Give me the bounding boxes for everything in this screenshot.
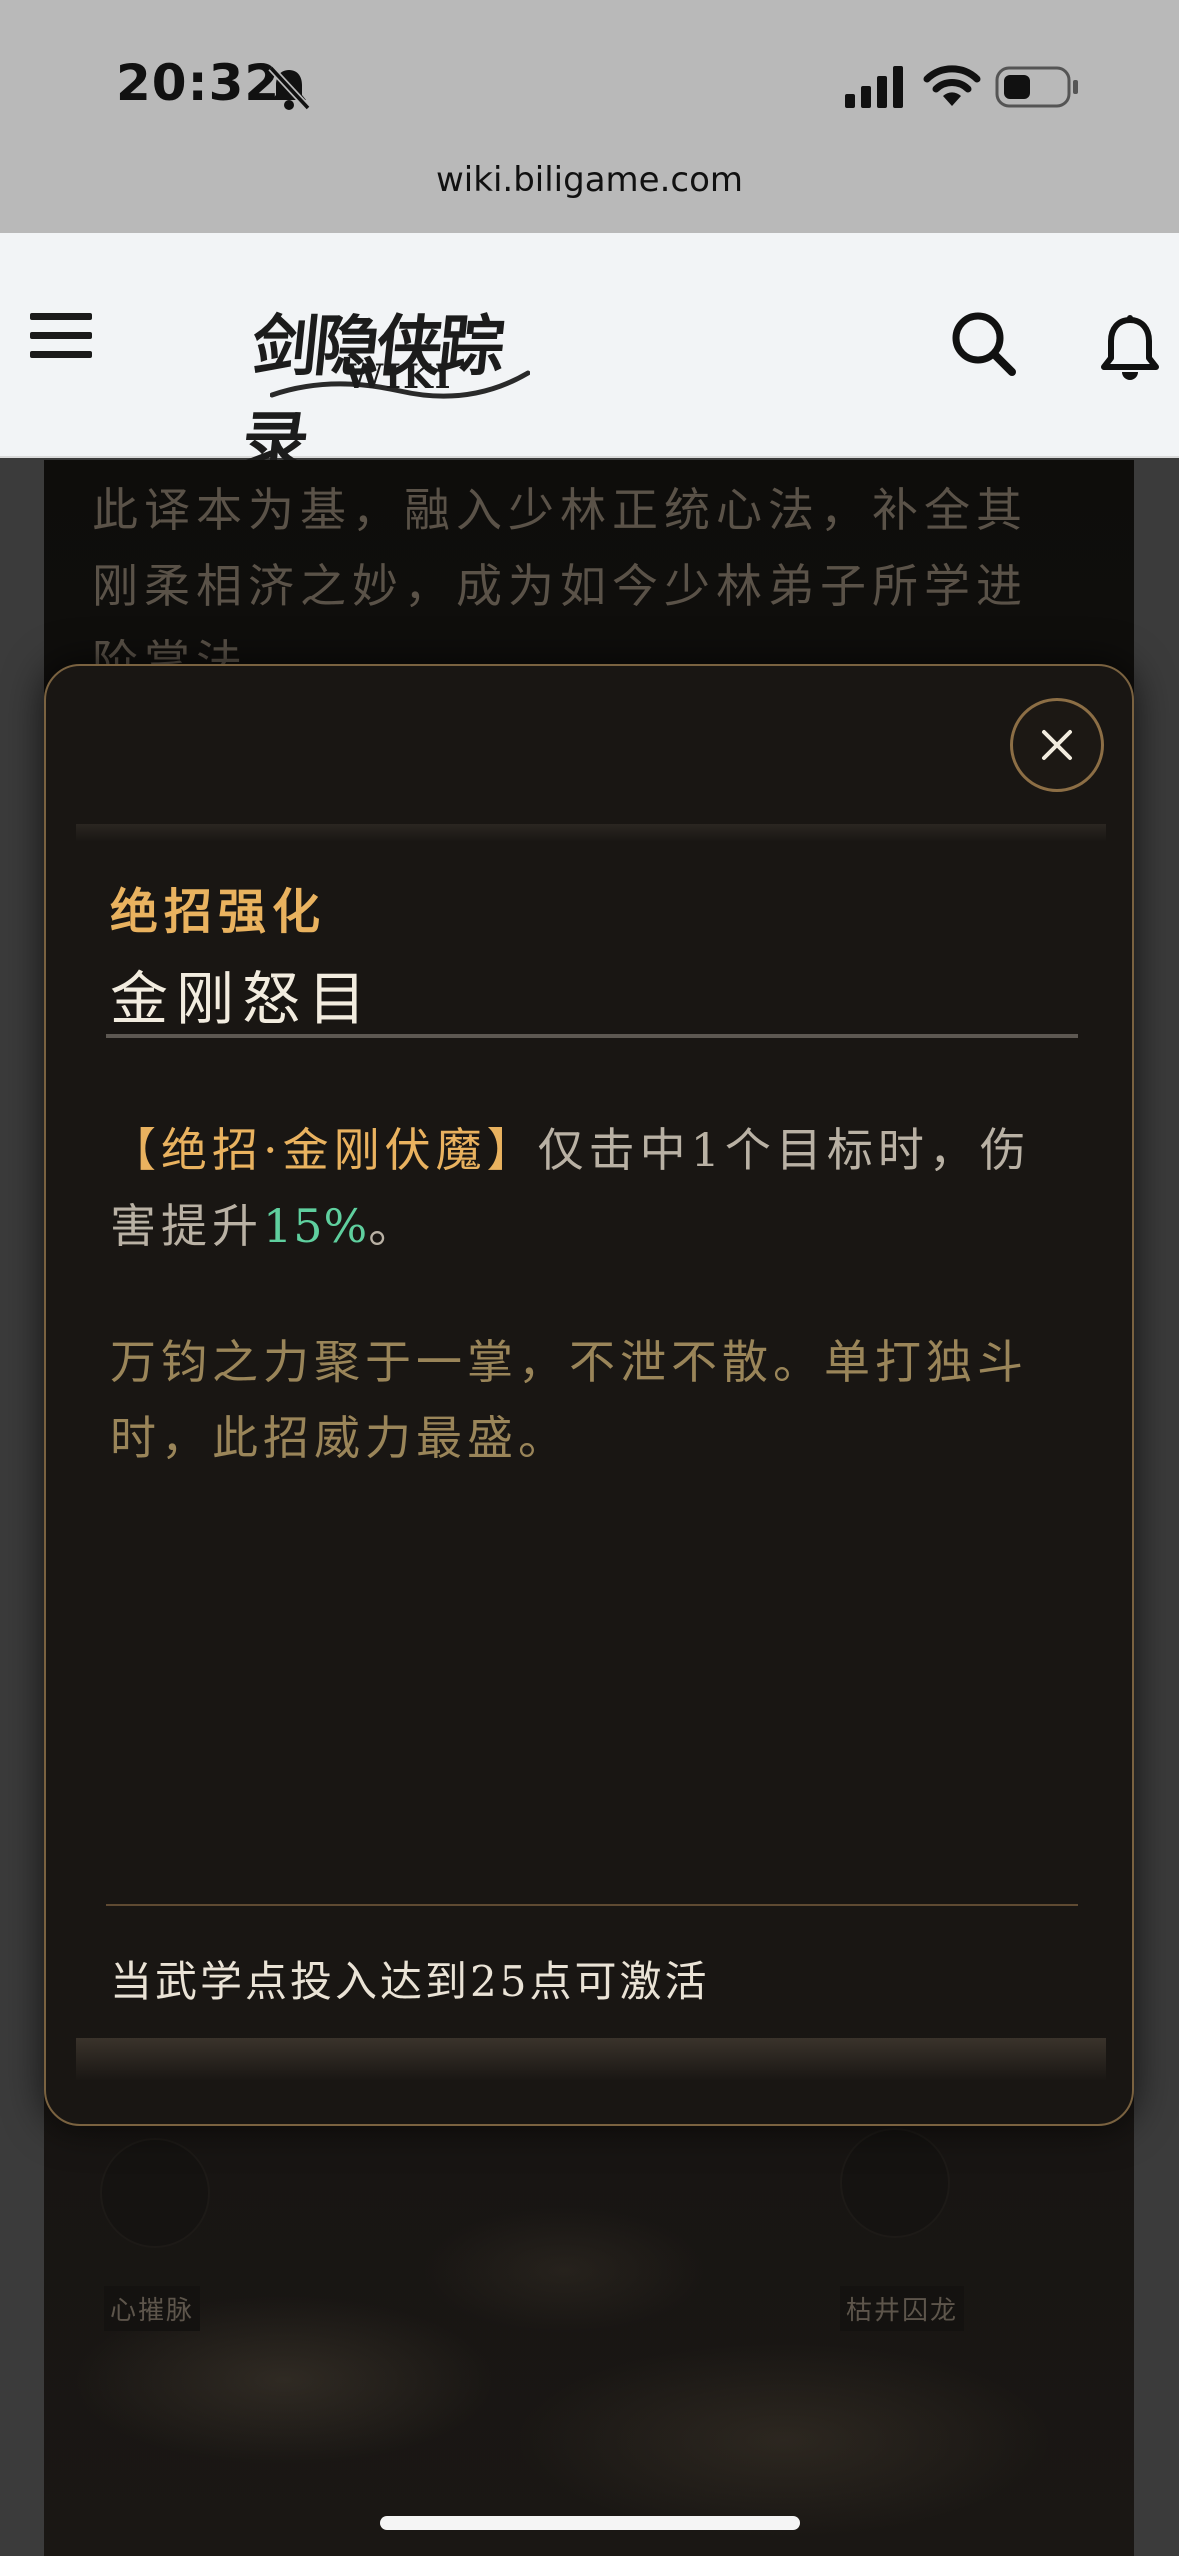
status-time: 20:32	[116, 54, 281, 112]
skill-effect: 【绝招·金刚伏魔】仅击中1个目标时，伤害提升15%。	[110, 1112, 1070, 1264]
bell-icon[interactable]	[1100, 314, 1160, 384]
skill-node[interactable]	[100, 2138, 210, 2248]
menu-icon-bar	[30, 351, 92, 358]
skill-detail-modal: 绝招强化 金刚怒目 【绝招·金刚伏魔】仅击中1个目标时，伤害提升15%。 万钧之…	[44, 664, 1134, 2126]
modal-bottom-edge	[76, 2038, 1106, 2080]
skill-reference: 【绝招·金刚伏魔】	[110, 1123, 538, 1177]
site-logo[interactable]: 剑隐侠踪录 WIKI	[238, 293, 540, 481]
bell-muted-icon	[268, 65, 311, 111]
footer-divider	[106, 1904, 1078, 1906]
battery-icon	[995, 66, 1078, 108]
menu-button[interactable]	[30, 313, 92, 369]
title-underline	[106, 1034, 1078, 1038]
menu-icon-bar	[30, 313, 92, 320]
skill-category: 绝招强化	[110, 884, 327, 940]
header-divider	[76, 824, 1106, 842]
home-indicator[interactable]	[380, 2516, 800, 2530]
wifi-icon	[923, 65, 981, 106]
address-bar-url[interactable]: wiki.biligame.com	[0, 160, 1179, 200]
skill-flavor-text: 万钧之力聚于一掌，不泄不散。单打独斗时，此招威力最盛。	[110, 1335, 1028, 1465]
menu-icon-bar	[30, 332, 92, 339]
effect-text-end: 。	[368, 1199, 420, 1253]
search-icon[interactable]	[950, 310, 1016, 376]
activation-requirement: 当武学点投入达到25点可激活	[110, 1957, 710, 2006]
status-bar: 20:32 wiki.biligame.com	[0, 0, 1179, 233]
skill-node[interactable]	[840, 2128, 950, 2238]
page-gutter-right	[1134, 458, 1179, 2556]
page-gutter-left	[0, 458, 44, 2556]
close-button[interactable]	[1010, 698, 1104, 792]
cellular-signal-icon	[845, 66, 903, 108]
logo-wiki: WIKI	[345, 357, 453, 397]
effect-percent: 15%	[263, 1199, 369, 1253]
close-icon	[1042, 730, 1072, 760]
skill-node-label: 枯井囚龙	[840, 2286, 965, 2331]
skill-name: 金刚怒目	[110, 965, 375, 1033]
skill-node-label: 心摧脉	[104, 2286, 201, 2331]
